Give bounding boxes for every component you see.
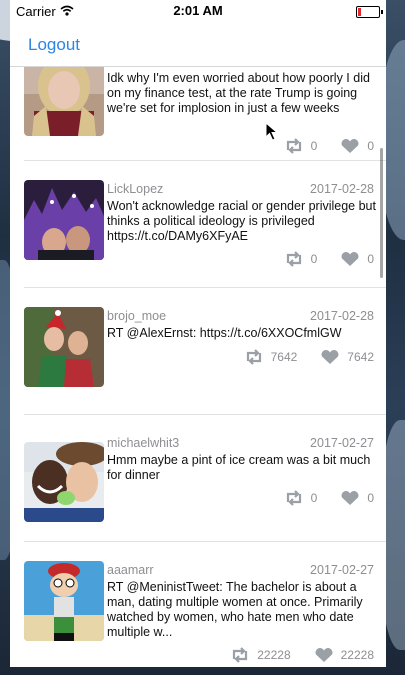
tweet-date: 2017-02-28 bbox=[310, 182, 374, 196]
retweet-icon[interactable] bbox=[283, 251, 305, 267]
heart-icon[interactable] bbox=[339, 251, 361, 267]
retweet-count: 0 bbox=[310, 139, 318, 153]
tweet-actions: 0 0 bbox=[283, 251, 374, 267]
simulator-screen: Carrier 2:01 AM Logout Idk why I'm even … bbox=[10, 0, 386, 667]
tweet-text: RT @AlexErnst: https://t.co/6XXOCfmlGW bbox=[107, 326, 342, 340]
heart-icon[interactable] bbox=[339, 138, 361, 154]
retweet-icon[interactable] bbox=[243, 349, 265, 365]
retweet-icon[interactable] bbox=[229, 647, 251, 663]
tweet-avatar bbox=[24, 442, 104, 522]
cell-divider bbox=[24, 287, 386, 288]
tweet-avatar bbox=[24, 307, 104, 387]
retweet-icon[interactable] bbox=[283, 490, 305, 506]
retweet-count: 0 bbox=[310, 491, 318, 505]
tweet-username: brojo_moe bbox=[107, 309, 167, 323]
cell-divider bbox=[24, 160, 386, 161]
tweet-username: aaamarr bbox=[107, 563, 154, 577]
cell-divider bbox=[24, 541, 386, 542]
logout-button[interactable]: Logout bbox=[28, 35, 80, 55]
like-count: 7642 bbox=[347, 350, 374, 364]
tweet-date: 2017-02-28 bbox=[310, 309, 374, 323]
battery-icon bbox=[356, 6, 383, 18]
navigation-bar: Logout bbox=[10, 22, 386, 67]
tweet-actions: 22228 22228 bbox=[229, 647, 374, 663]
status-time: 2:01 AM bbox=[173, 3, 223, 18]
tweet-text: Won't acknowledge racial or gender privi… bbox=[107, 199, 376, 243]
tweet-date: 2017-02-27 bbox=[310, 563, 374, 577]
tweet-actions: 7642 7642 bbox=[243, 349, 374, 365]
tweet-username: LickLopez bbox=[107, 182, 164, 196]
tweet-avatar bbox=[24, 66, 104, 136]
tweet-avatar bbox=[24, 180, 104, 260]
tweet-date: 2017-02-27 bbox=[310, 436, 374, 450]
tweet-actions: 0 0 bbox=[283, 138, 374, 154]
heart-icon[interactable] bbox=[339, 490, 361, 506]
tweet-actions: 0 0 bbox=[283, 490, 374, 506]
retweet-count: 0 bbox=[310, 252, 318, 266]
retweet-icon[interactable] bbox=[283, 138, 305, 154]
status-bar: Carrier 2:01 AM bbox=[10, 0, 386, 22]
tweet-avatar bbox=[24, 561, 104, 641]
tweet-text: Idk why I'm even worried about how poorl… bbox=[107, 71, 370, 115]
cell-divider bbox=[24, 414, 386, 415]
heart-icon[interactable] bbox=[313, 647, 335, 663]
like-count: 0 bbox=[367, 139, 374, 153]
mouse-cursor-icon bbox=[265, 122, 279, 141]
like-count: 0 bbox=[367, 491, 374, 505]
retweet-count: 7642 bbox=[270, 350, 298, 364]
tweet-feed[interactable]: Idk why I'm even worried about how poorl… bbox=[10, 66, 386, 667]
tweet-text: Hmm maybe a pint of ice cream was a bit … bbox=[107, 453, 371, 482]
like-count: 0 bbox=[367, 252, 374, 266]
scroll-indicator[interactable] bbox=[380, 148, 383, 278]
tweet-username: michaelwhit3 bbox=[107, 436, 180, 450]
like-count: 22228 bbox=[340, 648, 374, 662]
tweet-text: RT @MeninistTweet: The bachelor is about… bbox=[107, 580, 363, 639]
heart-icon[interactable] bbox=[319, 349, 341, 365]
retweet-count: 22228 bbox=[257, 648, 291, 662]
